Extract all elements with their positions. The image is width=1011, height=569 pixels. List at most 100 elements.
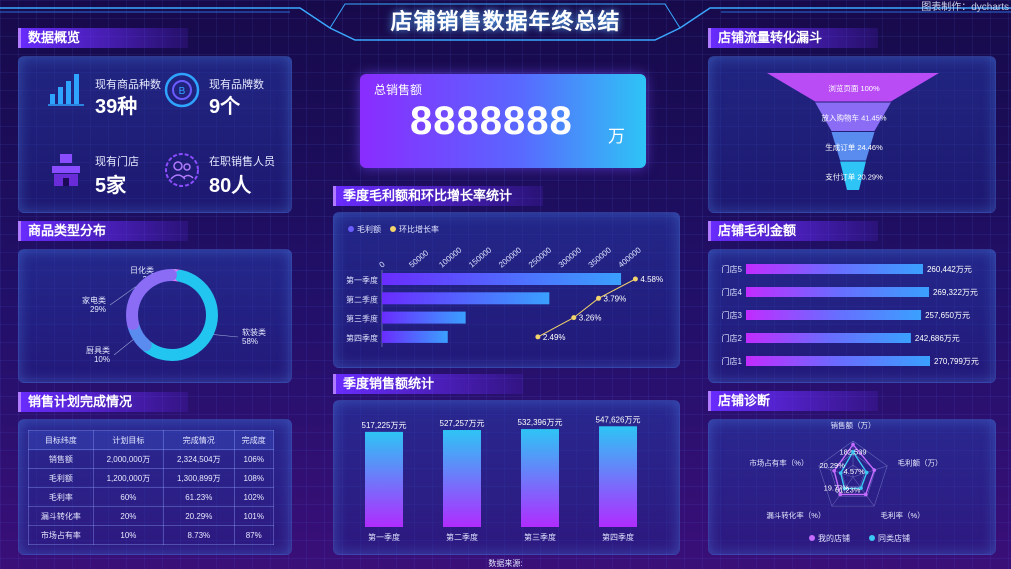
people-icon: [165, 153, 199, 187]
plan-table-header: 目标纬度: [28, 430, 94, 450]
donut-value-label: 10%: [94, 355, 110, 364]
growth-point: [571, 315, 577, 321]
quarter-sales-chart: 517,225万元第一季度 527,257万元第二季度 532,396万元第三季度 5…: [362, 415, 641, 542]
section-title-quarter-sales: 季度销售额统计: [333, 374, 523, 394]
sales-value-label: 532,396万元: [518, 418, 563, 427]
total-sales-unit: 万: [608, 127, 625, 146]
growth-label: 2.49%: [543, 333, 566, 342]
legend-marker: [348, 226, 354, 232]
radar-axis-label: 漏斗转化率（%）: [766, 510, 825, 520]
legend-marker: [390, 226, 396, 232]
x-tick-label: 100000: [437, 245, 464, 269]
radar-point-label: 4.57%: [844, 467, 866, 476]
store-bar: [746, 310, 922, 320]
radar-point-label: 19.77%: [824, 483, 850, 492]
category-label: 第三季度: [524, 532, 556, 542]
overview-value-stores: 5家: [95, 175, 127, 197]
x-tick-label: 400000: [617, 245, 644, 269]
table-cell: 101%: [233, 506, 274, 526]
table-cell: 87%: [233, 525, 274, 545]
x-tick-label: 300000: [557, 245, 584, 269]
store-icon: [52, 154, 80, 186]
category-label: 第三季度: [346, 314, 378, 324]
table-cell: 2,000,000万: [92, 449, 165, 469]
table-row: 漏斗转化率 20% 20.29% 101%: [28, 506, 274, 526]
table-cell: 销售额: [28, 449, 94, 469]
section-title-store-profit: 店铺毛利金额: [708, 221, 878, 241]
category-label: 第二季度: [446, 532, 478, 542]
total-sales-value: 8888888: [410, 99, 573, 143]
category-label: 第四季度: [602, 532, 634, 542]
growth-line: [537, 278, 636, 338]
profit-bar: [382, 273, 622, 285]
donut-value-label: 58%: [242, 337, 258, 346]
table-cell: 毛利额: [28, 468, 94, 488]
donut-label: 软装类: [242, 327, 266, 337]
store-bar: [746, 333, 911, 343]
donut-slice: [141, 269, 218, 361]
table-cell: 20%: [92, 506, 165, 526]
radar-axis-label: 毛利额（万）: [898, 458, 943, 468]
radar-point: [851, 442, 855, 447]
sales-bar: [443, 430, 481, 527]
radar-point: [864, 470, 869, 475]
table-cell: 106%: [233, 449, 274, 469]
profit-bar: [382, 330, 448, 343]
table-cell: 60%: [92, 487, 165, 507]
table-row: 销售额 2,000,000万 2,324,504万 106%: [28, 449, 274, 469]
x-tick-label: 0: [378, 259, 388, 269]
store-label: 门店1: [722, 356, 743, 366]
donut-label-line: [113, 339, 134, 356]
plan-table-header: 完成情况: [163, 430, 235, 450]
section-title-diagnosis: 店铺诊断: [708, 391, 878, 411]
donut-label: 日化类: [130, 265, 154, 275]
radar-point: [838, 471, 843, 475]
quarter-profit-chart: 毛利额 环比增长率 0 50000 100000 150000 200000 250000 30…: [346, 224, 663, 347]
section-title-category: 商品类型分布: [18, 221, 188, 241]
funnel-stage-label: 放入购物车 41.45%: [821, 112, 886, 122]
growth-label: 4.58%: [640, 275, 663, 284]
overview-value-brands: 9个: [209, 96, 241, 118]
funnel-stage-label: 生成订单 24.46%: [825, 142, 883, 152]
sales-value-label: 547,626万元: [596, 415, 641, 424]
legend-label: 毛利额: [357, 224, 381, 234]
brand-badge-icon: B: [164, 72, 200, 108]
donut-label: 厨具类: [86, 345, 110, 355]
growth-point: [535, 334, 541, 340]
table-cell: 漏斗转化率: [28, 506, 94, 526]
legend-marker: [869, 535, 875, 541]
legend-label: 同类店铺: [878, 533, 910, 543]
sales-bar: [521, 429, 559, 527]
diagnosis-radar-chart: 销售额（万） 毛利额（万） 毛利率（%） 漏斗转化率（%） 市场占有率（%） 182,53…: [749, 420, 943, 543]
growth-label: 3.26%: [579, 314, 602, 323]
store-value-label: 260,442万元: [927, 265, 972, 274]
table-cell: 8.73%: [163, 525, 235, 545]
table-cell: 102%: [233, 487, 274, 507]
total-sales-label: 总销售额: [374, 83, 423, 97]
plan-table-header-row: 目标纬度 计划目标 完成情况 完成度: [28, 430, 274, 450]
x-tick-label: 50000: [407, 248, 430, 270]
table-cell: 20.29%: [163, 506, 235, 526]
chart-credit: 图表制作：dycharts: [921, 2, 1009, 13]
table-cell: 1,300,899万: [163, 468, 235, 488]
svg-text:B: B: [179, 86, 186, 97]
section-title-overview: 数据概览: [18, 28, 188, 48]
plan-table: 目标纬度 计划目标 完成情况 完成度 销售额 2,000,000万 2,324,…: [28, 430, 274, 545]
category-label: 第一季度: [346, 275, 378, 285]
table-cell: 10%: [92, 525, 165, 545]
store-value-label: 242,686万元: [915, 334, 960, 343]
legend-label: 我的店铺: [818, 533, 850, 543]
store-bar: [746, 287, 929, 297]
section-title-plan: 销售计划完成情况: [18, 392, 188, 412]
table-cell: 1,200,000万: [92, 468, 165, 488]
table-row: 市场占有率 10% 8.73% 87%: [28, 525, 274, 545]
growth-label: 3.79%: [604, 294, 627, 303]
sales-bar: [599, 426, 637, 527]
store-label: 门店3: [722, 310, 743, 320]
profit-bar: [382, 292, 550, 305]
radar-point-label: 20.29%: [819, 461, 845, 470]
x-tick-label: 200000: [497, 245, 524, 269]
table-cell: 61.23%: [163, 487, 235, 507]
funnel-stage-label: 浏览页面 100%: [828, 83, 880, 93]
bar-chart-icon: [48, 74, 84, 106]
